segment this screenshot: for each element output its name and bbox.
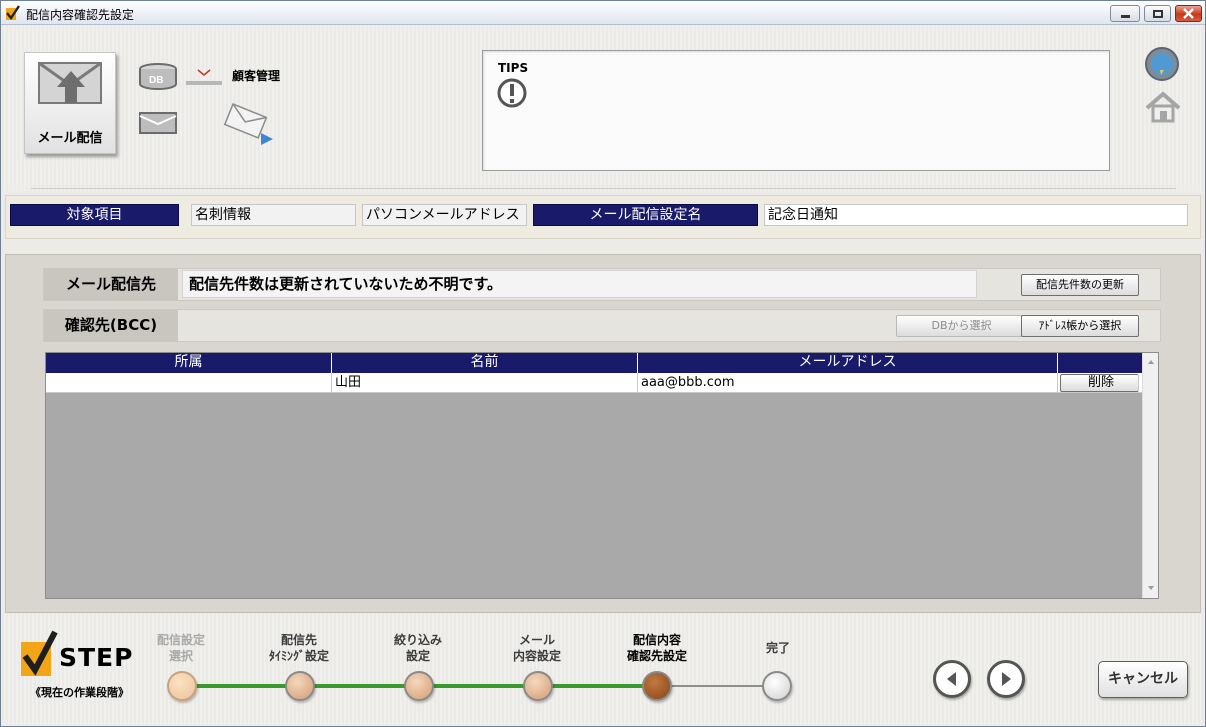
table-header: 所属 名前 メールアドレス bbox=[46, 353, 1143, 373]
setting-name-label: メール配信設定名 bbox=[533, 204, 758, 226]
app-window: 配信内容確認先設定 メール配信 DB 顧客管理 TIPS 対象項目 名刺情報 パ… bbox=[0, 0, 1206, 727]
step-2-line1: 配信先 bbox=[280, 633, 317, 647]
column-header-email: メールアドレス bbox=[638, 353, 1058, 373]
step-1-line2: 選択 bbox=[168, 649, 193, 663]
step-dot-5 bbox=[642, 671, 672, 701]
recipients-message: 配信先件数は更新されていないため不明です。 bbox=[182, 270, 977, 298]
update-count-button[interactable]: 配信先件数の更新 bbox=[1021, 274, 1139, 296]
help-icon[interactable] bbox=[1143, 45, 1181, 83]
envelope-icon bbox=[139, 112, 177, 134]
bcc-label: 確認先(BCC) bbox=[44, 310, 178, 341]
main-panel: メール配信先 配信先件数は更新されていないため不明です。 配信先件数の更新 確認… bbox=[5, 254, 1201, 613]
step-dot-6 bbox=[762, 671, 792, 701]
maximize-icon bbox=[1153, 10, 1163, 18]
delete-button[interactable]: 削除 bbox=[1060, 374, 1139, 392]
exclamation-icon bbox=[497, 78, 527, 108]
step-label-6: 完了 bbox=[723, 640, 833, 656]
step-subtitle: 《現在の作業段階》 bbox=[30, 686, 129, 699]
step-2-line2: ﾀｲﾐﾝｸﾞ設定 bbox=[268, 649, 329, 663]
target-item-value: 名刺情報 bbox=[191, 204, 356, 226]
step-dot-3 bbox=[404, 671, 434, 701]
column-header-affiliation: 所属 bbox=[46, 353, 332, 373]
table-scrollbar[interactable] bbox=[1142, 353, 1158, 598]
step-5-line2: 確認先設定 bbox=[626, 649, 687, 663]
window-title: 配信内容確認先設定 bbox=[26, 8, 135, 22]
step-dot-4 bbox=[523, 671, 553, 701]
app-logo-icon bbox=[6, 5, 20, 21]
maximize-button[interactable] bbox=[1144, 5, 1171, 22]
step-label-2: 配信先 ﾀｲﾐﾝｸﾞ設定 bbox=[244, 632, 354, 664]
mail-delivery-tile[interactable]: メール配信 bbox=[24, 52, 116, 154]
step-label-3: 絞り込み 設定 bbox=[363, 632, 473, 664]
address-book-select-button[interactable]: ｱﾄﾞﾚｽ帳から選択 bbox=[1021, 315, 1139, 337]
cancel-button[interactable]: キャンセル bbox=[1098, 661, 1188, 698]
step-1-line1: 配信設定 bbox=[156, 633, 205, 647]
next-button[interactable] bbox=[987, 660, 1025, 698]
title-bar: 配信内容確認先設定 bbox=[1, 1, 1205, 25]
svg-text:DB: DB bbox=[149, 75, 163, 86]
home-icon[interactable] bbox=[1143, 88, 1183, 126]
step-3-line1: 絞り込み bbox=[393, 633, 442, 647]
step-dot-2 bbox=[285, 671, 315, 701]
database-icon: DB bbox=[139, 63, 177, 90]
step-footer: STEP 《現在の作業段階》 配信設定 選択 配信先 ﾀｲﾐﾝｸﾞ設定 絞り込み… bbox=[1, 614, 1205, 726]
step-dot-1 bbox=[167, 671, 197, 701]
cell-affiliation bbox=[46, 373, 332, 393]
mail-upload-icon bbox=[38, 61, 102, 104]
close-icon bbox=[1183, 8, 1194, 19]
recipients-label: メール配信先 bbox=[44, 269, 178, 300]
step-3-line2: 設定 bbox=[405, 649, 430, 663]
tips-panel: TIPS bbox=[482, 50, 1110, 171]
step-label-1: 配信設定 選択 bbox=[126, 632, 236, 664]
recipients-row: メール配信先 配信先件数は更新されていないため不明です。 配信先件数の更新 bbox=[43, 268, 1161, 301]
column-header-action bbox=[1058, 353, 1143, 373]
table-row[interactable]: 山田 aaa@bbb.com 削除 bbox=[46, 373, 1143, 393]
cell-email: aaa@bbb.com bbox=[638, 373, 1058, 393]
arrow-right-icon bbox=[1002, 672, 1011, 686]
mail-tile-label: メール配信 bbox=[37, 131, 103, 146]
minimize-icon bbox=[1121, 15, 1130, 18]
cell-name: 山田 bbox=[332, 373, 638, 393]
db-select-button[interactable]: DBから選択 bbox=[896, 315, 1027, 337]
column-header-name: 名前 bbox=[332, 353, 638, 373]
info-bar: 対象項目 名刺情報 パソコンメールアドレス メール配信設定名 記念日通知 bbox=[5, 195, 1201, 239]
step-6-line1: 完了 bbox=[765, 641, 790, 655]
customer-management-label: 顧客管理 bbox=[232, 69, 281, 83]
step-label-5: 配信内容 確認先設定 bbox=[602, 632, 712, 664]
step-4-line2: 内容設定 bbox=[512, 649, 561, 663]
step-title: STEP bbox=[59, 643, 134, 672]
arrow-left-icon bbox=[947, 672, 956, 686]
target-item-label: 対象項目 bbox=[10, 204, 179, 226]
step-5-line1: 配信内容 bbox=[632, 633, 681, 647]
header-divider bbox=[31, 188, 1176, 189]
progress-line-pending bbox=[656, 685, 776, 687]
previous-button[interactable] bbox=[933, 660, 971, 698]
bcc-table: 所属 名前 メールアドレス 山田 aaa@bbb.com 削除 bbox=[45, 352, 1159, 599]
tips-title: TIPS bbox=[498, 61, 529, 75]
address-type-value: パソコンメールアドレス bbox=[362, 204, 527, 226]
send-mail-icon bbox=[223, 103, 273, 145]
sql-server-logo-icon bbox=[186, 69, 222, 85]
step-4-line1: メール bbox=[518, 633, 555, 647]
header-area: メール配信 DB 顧客管理 TIPS bbox=[1, 25, 1205, 191]
scroll-down-icon[interactable] bbox=[1143, 581, 1159, 595]
cell-action: 削除 bbox=[1058, 373, 1143, 393]
minimize-button[interactable] bbox=[1110, 5, 1140, 22]
close-button[interactable] bbox=[1175, 5, 1202, 22]
setting-name-value: 記念日通知 bbox=[764, 204, 1188, 226]
step-label-4: メール 内容設定 bbox=[482, 632, 592, 664]
step-logo-icon bbox=[21, 630, 58, 676]
bcc-row: 確認先(BCC) DBから選択 ｱﾄﾞﾚｽ帳から選択 bbox=[43, 309, 1161, 342]
scroll-up-icon[interactable] bbox=[1143, 355, 1159, 369]
